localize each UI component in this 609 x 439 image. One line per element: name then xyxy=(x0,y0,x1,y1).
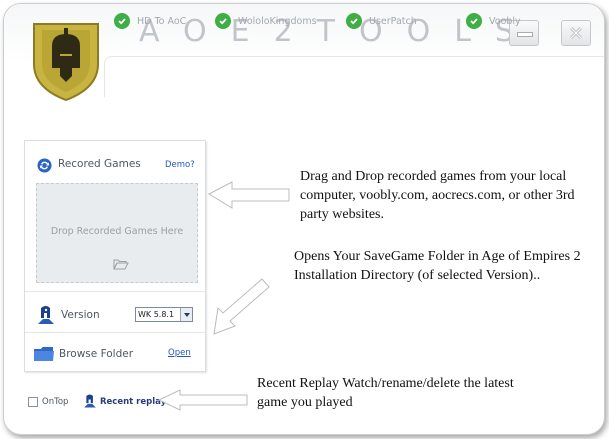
tab-userpatch[interactable]: UserPatch xyxy=(346,13,417,29)
tabs-bar xyxy=(104,56,604,97)
tab-wololokingdoms[interactable]: WololoKingdoms xyxy=(215,13,317,29)
callout-drag-drop: Drag and Drop recorded games from your l… xyxy=(300,169,575,222)
tab-label: HD To AoC xyxy=(137,15,187,27)
check-circle-icon xyxy=(346,13,362,29)
tab-label: UserPatch xyxy=(369,15,417,27)
check-circle-icon xyxy=(466,13,482,29)
app-window: AOE2TOOLS HD To AoC WololoKingdoms UserP… xyxy=(3,3,605,435)
check-circle-icon xyxy=(114,13,130,29)
close-button[interactable] xyxy=(561,20,591,46)
arrow-recent xyxy=(157,389,248,411)
spartan-helmet-logo xyxy=(33,23,99,102)
callout-savegame: Opens Your SaveGame Folder in Age of Emp… xyxy=(294,249,581,283)
tab-voobly[interactable]: Voobly xyxy=(466,13,521,29)
tab-label: Voobly xyxy=(489,15,521,27)
arrow-savegame xyxy=(213,278,270,335)
app-title: AOE2TOOLS xyxy=(139,14,538,49)
tab-label: WololoKingdoms xyxy=(238,15,317,27)
close-icon xyxy=(569,26,583,40)
callout-recent-replay: Recent Replay Watch/rename/delete the la… xyxy=(257,376,514,410)
arrow-drag-drop xyxy=(207,181,290,209)
check-circle-icon xyxy=(215,13,231,29)
tab-hd-to-aoc[interactable]: HD To AoC xyxy=(114,13,186,29)
